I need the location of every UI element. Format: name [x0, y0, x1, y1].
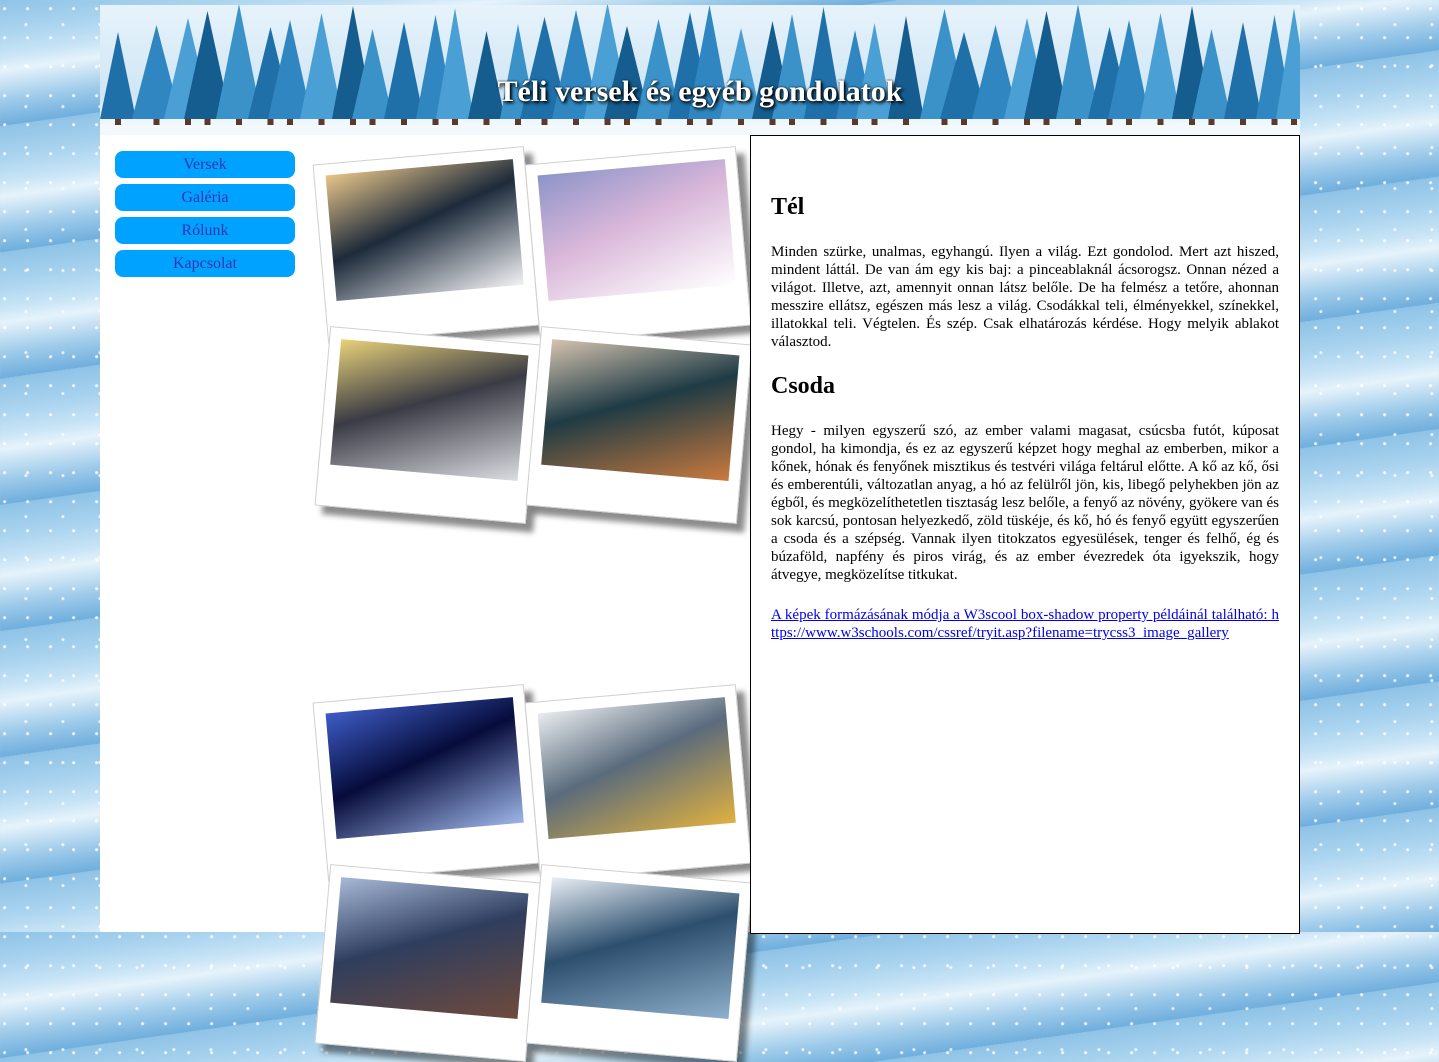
photo-card[interactable] [525, 864, 753, 1062]
page-wrapper: Téli versek és egyéb gondolatok Versek G… [100, 5, 1300, 1062]
pine-trees-illustration [100, 5, 1300, 135]
nav-kapcsolat[interactable]: Kapcsolat [115, 250, 295, 277]
article-body: Tél Minden szürke, unalmas, egyhangú. Il… [771, 194, 1279, 642]
snow-ground [100, 125, 1300, 135]
nav-rolunk[interactable]: Rólunk [115, 217, 295, 244]
photo-image [541, 339, 740, 482]
photo-image [325, 159, 524, 302]
photo-card[interactable] [524, 684, 752, 882]
photo-card[interactable] [312, 146, 540, 344]
photo-image [330, 339, 529, 482]
nav-versek[interactable]: Versek [115, 151, 295, 178]
photo-image [537, 159, 736, 302]
section-heading-csoda: Csoda [771, 373, 836, 399]
header-banner: Téli versek és egyéb gondolatok [100, 5, 1300, 135]
source-link[interactable]: A képek formázásának módja a W3scool box… [771, 606, 1279, 642]
photo-image [537, 697, 736, 840]
page-title: Téli versek és egyéb gondolatok [497, 75, 903, 108]
section-text-csoda: Hegy - milyen egyszerű szó, az ember val… [771, 423, 1279, 583]
photo-gallery [312, 145, 755, 1062]
photo-card[interactable] [314, 326, 542, 524]
photo-image [330, 877, 529, 1020]
photo-image [325, 697, 524, 840]
section-heading-tel: Tél [771, 194, 805, 220]
photo-card[interactable] [314, 864, 542, 1062]
photo-card[interactable] [312, 684, 540, 882]
photo-card[interactable] [525, 326, 753, 524]
photo-image [541, 877, 740, 1020]
photo-card[interactable] [524, 146, 752, 344]
article-panel: Tél Minden szürke, unalmas, egyhangú. Il… [750, 135, 1300, 934]
nav-galeria[interactable]: Galéria [115, 184, 295, 211]
main-nav: Versek Galéria Rólunk Kapcsolat [115, 151, 295, 283]
section-text-tel: Minden szürke, unalmas, egyhangú. Ilyen … [771, 244, 1279, 350]
